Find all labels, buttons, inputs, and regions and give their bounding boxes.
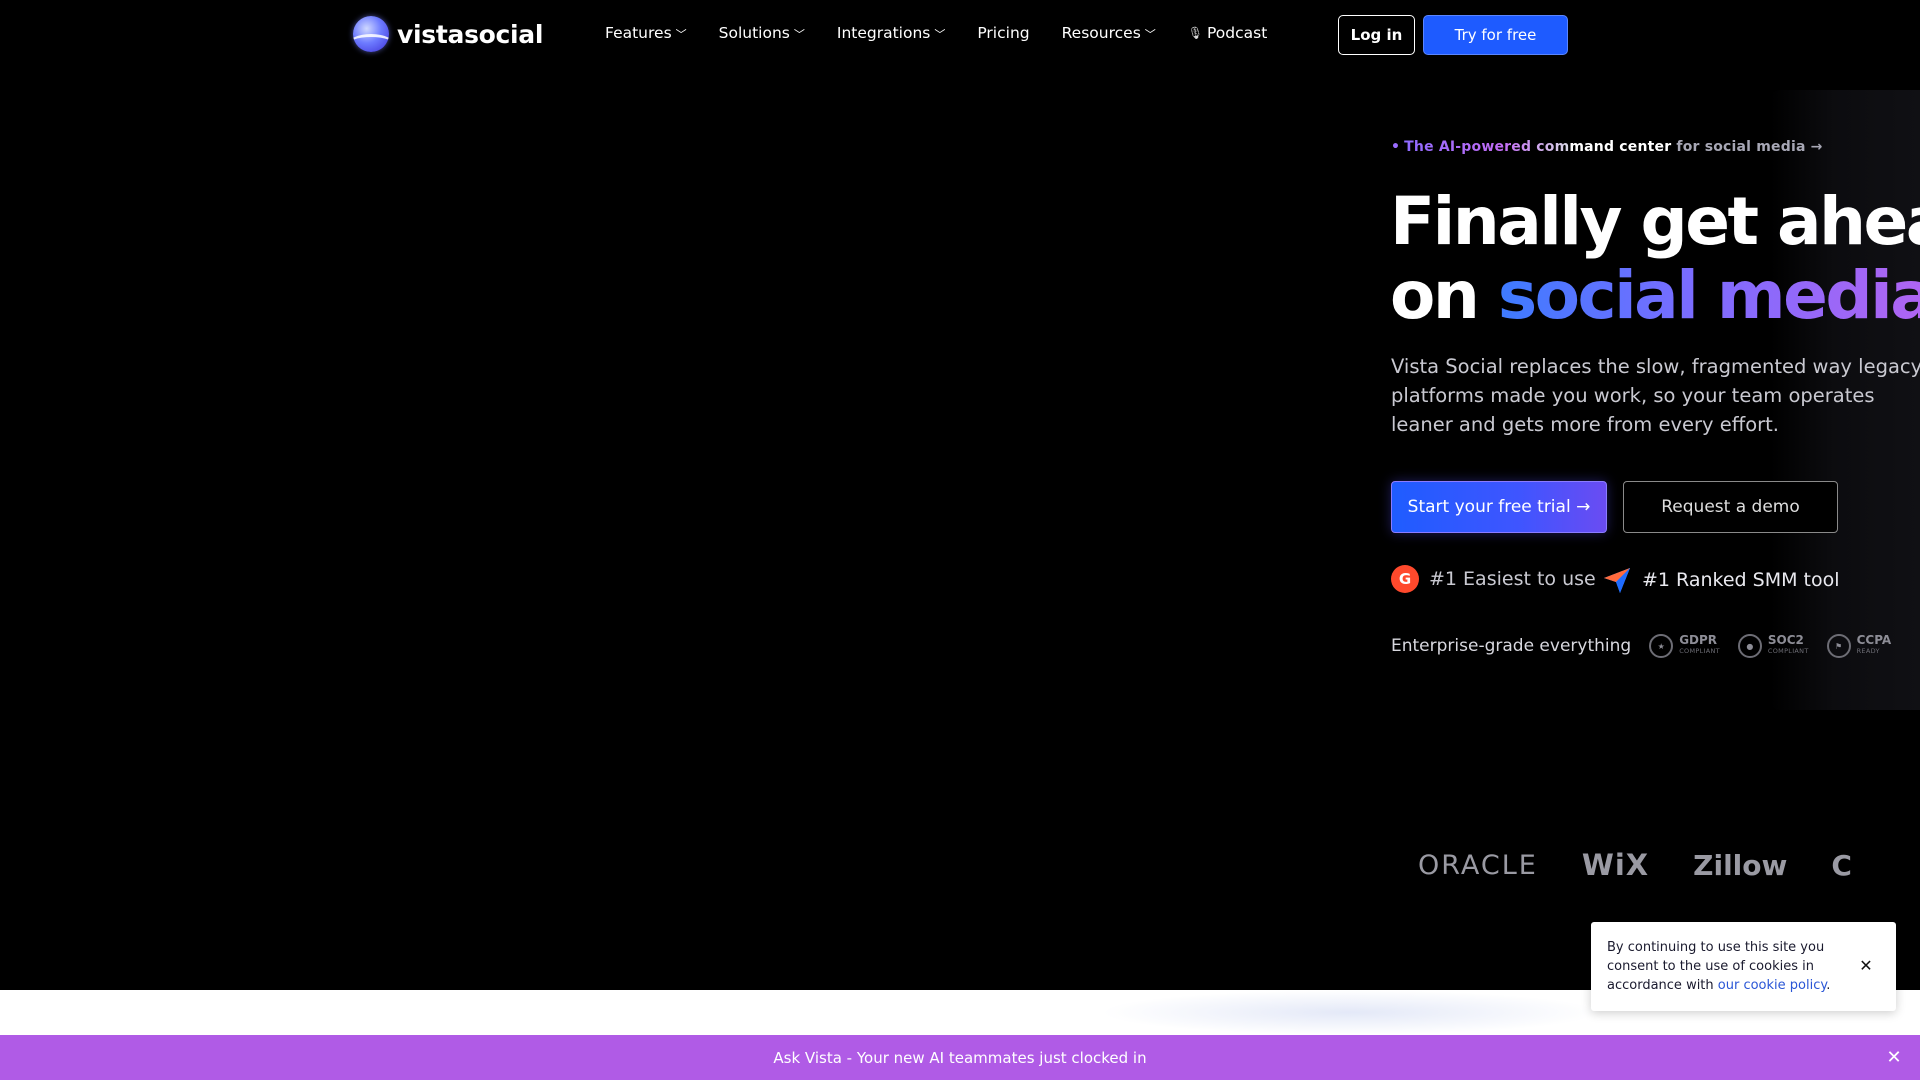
soc2-icon: ● — [1737, 634, 1762, 658]
logo-text: vistasocial — [397, 19, 544, 49]
soc2-badge: ● SOC2 COMPLIANT — [1737, 633, 1809, 658]
main-menu: Features ﹀ Solutions ﹀ Integrations ﹀ Pr… — [605, 24, 1299, 42]
nav-pricing-label: Pricing — [977, 24, 1030, 42]
award-ranked-smm: #1 Ranked SMM tool — [1602, 565, 1840, 595]
hero-headline: Finally get ahead on social media — [1390, 185, 1920, 333]
partial-logo: C — [1831, 848, 1853, 882]
oracle-logo: ORACLE — [1418, 849, 1538, 881]
soc2-title: SOC2 — [1767, 633, 1804, 647]
soc2-sub: COMPLIANT — [1767, 647, 1809, 655]
chevron-down-icon: ﹀ — [793, 28, 805, 41]
gdpr-sub: COMPLIANT — [1679, 647, 1720, 655]
g2-icon: G — [1391, 565, 1419, 593]
zillow-logo: Zillow — [1693, 848, 1788, 882]
close-icon[interactable]: ✕ — [1858, 956, 1874, 975]
nav-podcast[interactable]: 🎙 Podcast — [1188, 24, 1268, 42]
headline-line-2: on social media — [1390, 259, 1920, 333]
ccpa-sub: READY — [1856, 647, 1880, 655]
top-navigation: vistasocial Features ﹀ Solutions ﹀ Integ… — [0, 0, 1920, 70]
try-for-free-button[interactable]: Try for free — [1423, 15, 1568, 55]
eyebrow-highlight: The AI-powered com — [1404, 139, 1570, 155]
lower-glow — [1100, 990, 1600, 1035]
wix-logo: WiX — [1581, 848, 1650, 882]
headline-accent: social media — [1498, 257, 1920, 334]
ccpa-badge: ⚑ CCPA READY — [1826, 633, 1892, 658]
nav-features[interactable]: Features ﹀ — [605, 24, 687, 42]
nav-solutions[interactable]: Solutions ﹀ — [719, 24, 805, 42]
announcement-banner[interactable]: Ask Vista - Your new AI teammates just c… — [0, 1035, 1920, 1080]
nav-integrations[interactable]: Integrations ﹀ — [837, 24, 945, 42]
vistasocial-logo-icon — [353, 16, 389, 52]
enterprise-label: Enterprise-grade everything — [1391, 636, 1632, 656]
cookie-notice: By continuing to use this site you conse… — [1591, 922, 1896, 1011]
nav-resources[interactable]: Resources ﹀ — [1062, 24, 1156, 42]
chevron-down-icon: ﹀ — [934, 28, 946, 41]
gdpr-badge: ★ GDPR COMPLIANT — [1649, 634, 1720, 658]
award-1-label: #1 Easiest to use — [1429, 568, 1596, 590]
client-logos: ORACLE WiX Zillow C — [1418, 848, 1853, 882]
cookie-policy-link[interactable]: our cookie policy — [1718, 978, 1826, 993]
bullet-icon: • — [1391, 139, 1401, 155]
nav-integrations-label: Integrations — [836, 24, 931, 42]
nav-features-label: Features — [605, 24, 672, 42]
eyebrow-tail: for social media → — [1671, 139, 1823, 155]
nav-pricing[interactable]: Pricing — [977, 24, 1029, 42]
hero-eyebrow-link[interactable]: • The AI-powered command center for socia… — [1391, 139, 1823, 155]
eyebrow-mid: mand center — [1569, 139, 1672, 155]
award-2-label: #1 Ranked SMM tool — [1642, 569, 1840, 591]
chevron-down-icon: ﹀ — [1144, 28, 1156, 41]
login-button[interactable]: Log in — [1338, 15, 1415, 55]
award-easiest-to-use: G #1 Easiest to use — [1391, 565, 1596, 593]
paper-plane-icon — [1604, 568, 1630, 593]
banner-text: Ask Vista - Your new AI teammates just c… — [773, 1048, 1147, 1067]
ccpa-title: CCPA — [1856, 633, 1892, 647]
headline-plain: on — [1390, 257, 1498, 334]
nav-podcast-label: Podcast — [1207, 24, 1268, 42]
chevron-down-icon: ﹀ — [675, 28, 687, 41]
gdpr-title: GDPR — [1679, 633, 1718, 647]
hero-subcopy: Vista Social replaces the slow, fragment… — [1391, 355, 1920, 436]
start-free-trial-button[interactable]: Start your free trial → — [1391, 481, 1607, 533]
close-icon[interactable]: ✕ — [1884, 1047, 1904, 1068]
enterprise-badges: Enterprise-grade everything ★ GDPR COMPL… — [1391, 634, 1891, 658]
microphone-icon: 🎙 — [1187, 26, 1204, 40]
headline-line-1: Finally get ahead — [1390, 183, 1920, 260]
nav-resources-label: Resources — [1061, 24, 1141, 42]
ccpa-icon: ⚑ — [1826, 634, 1851, 658]
nav-solutions-label: Solutions — [718, 24, 790, 42]
vistasocial-logo[interactable]: vistasocial — [353, 16, 543, 52]
cookie-text: By continuing to use this site you conse… — [1607, 938, 1850, 995]
cookie-suffix: . — [1826, 978, 1831, 993]
request-demo-button[interactable]: Request a demo — [1623, 481, 1838, 533]
gdpr-icon: ★ — [1649, 634, 1674, 658]
